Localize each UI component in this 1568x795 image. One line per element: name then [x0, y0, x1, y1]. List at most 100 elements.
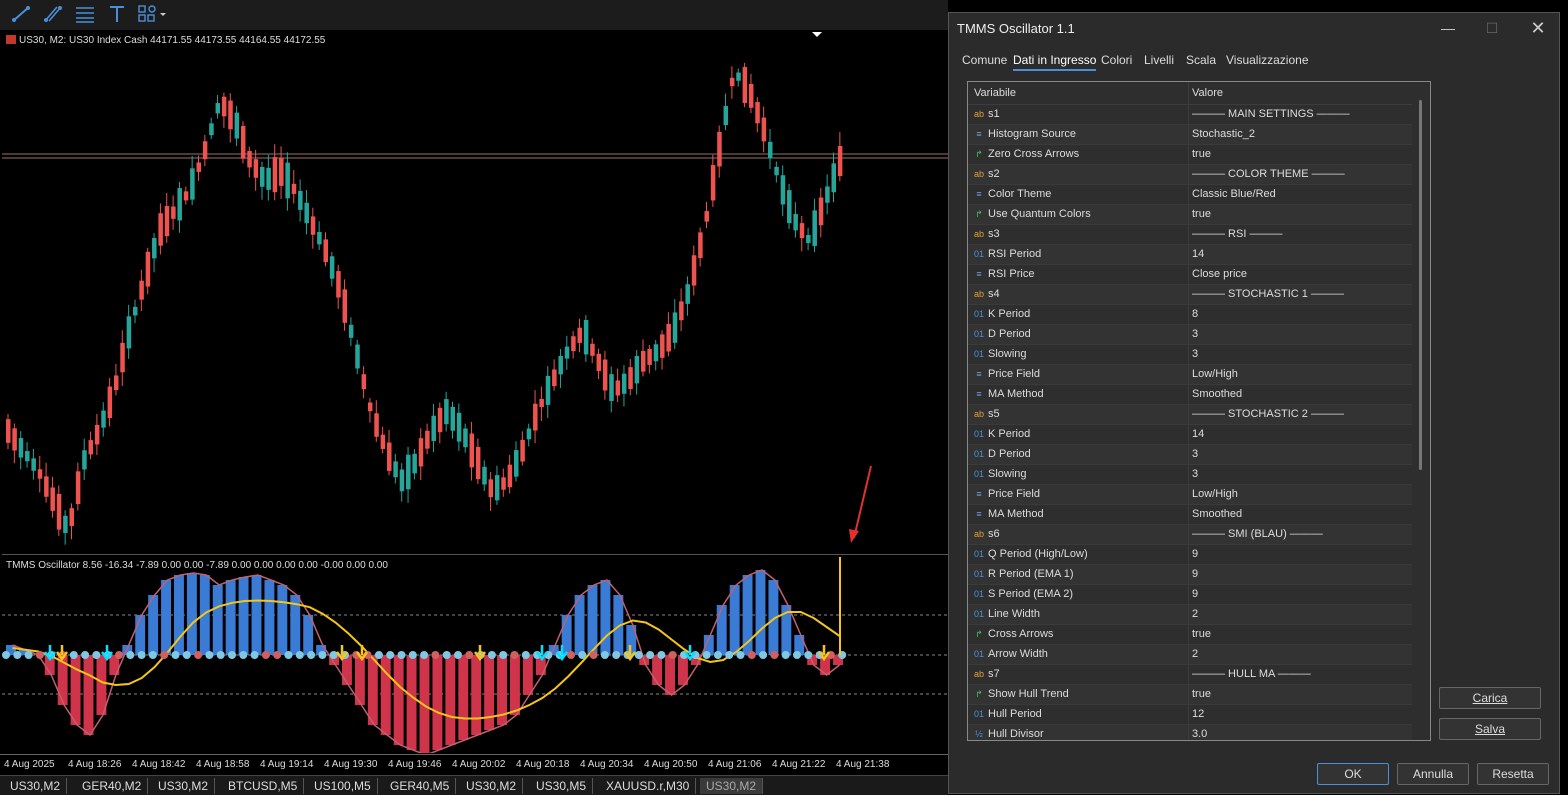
input-row[interactable]: ≡ RSI Price Close price — [968, 265, 1412, 285]
variable-value[interactable]: ——— STOCHASTIC 1 ——— — [1192, 288, 1344, 300]
input-row[interactable]: ab s4 ——— STOCHASTIC 1 ——— — [968, 285, 1412, 305]
input-row[interactable]: 01 RSI Period 14 — [968, 245, 1412, 265]
input-row[interactable]: 01 D Period 3 — [968, 445, 1412, 465]
variable-value[interactable]: 2 — [1192, 648, 1198, 660]
variable-value[interactable]: Smoothed — [1192, 508, 1242, 520]
input-row[interactable]: ab s7 ——— HULL MA ——— — [968, 665, 1412, 685]
variable-value[interactable]: 14 — [1192, 428, 1204, 440]
grid-scrollbar[interactable] — [1419, 100, 1422, 470]
input-row[interactable]: ≡ Price Field Low/High — [968, 485, 1412, 505]
tab-livelli[interactable]: Livelli — [1144, 53, 1174, 67]
symbol-tab[interactable]: US100,M5 — [308, 778, 378, 794]
variable-value[interactable]: Low/High — [1192, 368, 1238, 380]
input-row[interactable]: ab s3 ——— RSI ——— — [968, 225, 1412, 245]
tab-visualizzazione[interactable]: Visualizzazione — [1226, 53, 1309, 67]
save-button[interactable]: Salva — [1439, 718, 1541, 740]
variable-value[interactable]: 3 — [1192, 448, 1198, 460]
symbol-tab[interactable]: US30,M2 — [460, 778, 524, 794]
minimize-icon[interactable]: — — [1433, 17, 1463, 39]
variable-value[interactable]: 9 — [1192, 568, 1198, 580]
input-row[interactable]: ≡ MA Method Smoothed — [968, 505, 1412, 525]
input-row[interactable]: 01 R Period (EMA 1) 9 — [968, 565, 1412, 585]
tab-dati-in-ingresso[interactable]: Dati in Ingresso — [1013, 53, 1097, 71]
input-row[interactable]: 01 S Period (EMA 2) 9 — [968, 585, 1412, 605]
input-row[interactable]: ab s2 ——— COLOR THEME ——— — [968, 165, 1412, 185]
price-chart[interactable]: US30, M2: US30 Index Cash 44171.55 44173… — [2, 31, 948, 555]
tab-scala[interactable]: Scala — [1186, 53, 1216, 67]
symbol-tab[interactable]: US30,M2 — [700, 778, 764, 794]
variable-value[interactable]: ——— COLOR THEME ——— — [1192, 168, 1345, 180]
input-row[interactable]: 01 Line Width 2 — [968, 605, 1412, 625]
input-row[interactable]: ≡ Histogram Source Stochastic_2 — [968, 125, 1412, 145]
input-row[interactable]: ≡ Color Theme Classic Blue/Red — [968, 185, 1412, 205]
variable-name: s1 — [988, 108, 1000, 120]
variable-value[interactable]: 12 — [1192, 708, 1204, 720]
input-row[interactable]: ab s6 ——— SMI (BLAU) ——— — [968, 525, 1412, 545]
input-row[interactable]: 01 Hull Period 12 — [968, 705, 1412, 725]
variable-value[interactable]: Low/High — [1192, 488, 1238, 500]
input-row[interactable]: 01 K Period 8 — [968, 305, 1412, 325]
variable-value[interactable]: ——— SMI (BLAU) ——— — [1192, 528, 1323, 540]
input-row[interactable]: ↱ Cross Arrows true — [968, 625, 1412, 645]
variable-value[interactable]: Classic Blue/Red — [1192, 188, 1276, 200]
ok-button[interactable]: OK — [1317, 763, 1389, 785]
input-row[interactable]: 01 D Period 3 — [968, 325, 1412, 345]
symbol-tab[interactable]: US30,M2 — [4, 778, 68, 794]
variable-value[interactable]: 9 — [1192, 548, 1198, 560]
symbol-tab[interactable]: BTCUSD,M5 — [222, 778, 305, 794]
input-row[interactable]: 01 Slowing 3 — [968, 345, 1412, 365]
oscillator-pane[interactable]: TMMS Oscillator 8.56 -16.34 -7.89 0.00 0… — [2, 557, 948, 753]
variable-value[interactable]: true — [1192, 688, 1211, 700]
symbol-tab[interactable]: GER40,M5 — [384, 778, 457, 794]
load-button[interactable]: Carica — [1439, 687, 1541, 709]
input-row[interactable]: ↱ Zero Cross Arrows true — [968, 145, 1412, 165]
tab-colori[interactable]: Colori — [1101, 53, 1132, 67]
variable-value[interactable]: 14 — [1192, 248, 1204, 260]
input-row[interactable]: 01 K Period 14 — [968, 425, 1412, 445]
variable-value[interactable]: ——— HULL MA ——— — [1192, 668, 1311, 680]
input-row[interactable]: ≡ Price Field Low/High — [968, 365, 1412, 385]
input-row[interactable]: 01 Arrow Width 2 — [968, 645, 1412, 665]
input-row[interactable]: ½ Hull Divisor 3.0 — [968, 725, 1412, 740]
variable-value[interactable]: 3.0 — [1192, 728, 1207, 740]
fibonacci-icon[interactable] — [74, 5, 96, 25]
symbol-tab[interactable]: GER40,M2 — [76, 778, 149, 794]
variable-value[interactable]: 9 — [1192, 588, 1198, 600]
trendline-icon[interactable] — [10, 5, 32, 25]
input-row[interactable]: ↱ Use Quantum Colors true — [968, 205, 1412, 225]
variable-value[interactable]: 8 — [1192, 308, 1198, 320]
variable-value[interactable]: ——— MAIN SETTINGS ——— — [1192, 108, 1350, 120]
cancel-button[interactable]: Annulla — [1397, 763, 1469, 785]
input-row[interactable]: ab s1 ——— MAIN SETTINGS ——— — [968, 105, 1412, 125]
input-row[interactable]: ≡ MA Method Smoothed — [968, 385, 1412, 405]
variable-value[interactable]: 3 — [1192, 328, 1198, 340]
tab-comune[interactable]: Comune — [962, 53, 1007, 67]
symbol-tab[interactable]: US30,M5 — [530, 778, 594, 794]
variable-value[interactable]: Close price — [1192, 268, 1247, 280]
variable-value[interactable]: true — [1192, 208, 1211, 220]
variable-value[interactable]: 3 — [1192, 348, 1198, 360]
symbol-tab[interactable]: US30,M2 — [152, 778, 216, 794]
symbol-tab[interactable]: XAUUSD.r,M30 — [600, 778, 697, 794]
channel-icon[interactable] — [42, 5, 64, 25]
variable-value[interactable]: 3 — [1192, 468, 1198, 480]
input-row[interactable]: ab s5 ——— STOCHASTIC 2 ——— — [968, 405, 1412, 425]
text-icon[interactable] — [106, 5, 128, 25]
shapes-icon[interactable] — [138, 5, 170, 25]
variable-name: Price Field — [988, 488, 1040, 500]
variable-value[interactable]: true — [1192, 148, 1211, 160]
input-row[interactable]: 01 Slowing 3 — [968, 465, 1412, 485]
variable-value[interactable]: true — [1192, 628, 1211, 640]
variable-value[interactable]: 2 — [1192, 608, 1198, 620]
variable-value[interactable]: ——— RSI ——— — [1192, 228, 1282, 240]
maximize-icon[interactable]: ☐ — [1477, 17, 1507, 39]
variable-value[interactable]: Stochastic_2 — [1192, 128, 1255, 140]
variable-value[interactable]: Smoothed — [1192, 388, 1242, 400]
int-type-icon: 01 — [973, 449, 984, 459]
close-icon[interactable]: ✕ — [1523, 17, 1553, 39]
candle-body — [463, 428, 468, 448]
variable-value[interactable]: ——— STOCHASTIC 2 ——— — [1192, 408, 1344, 420]
input-row[interactable]: ↱ Show Hull Trend true — [968, 685, 1412, 705]
reset-button[interactable]: Resetta — [1477, 763, 1549, 785]
input-row[interactable]: 01 Q Period (High/Low) 9 — [968, 545, 1412, 565]
